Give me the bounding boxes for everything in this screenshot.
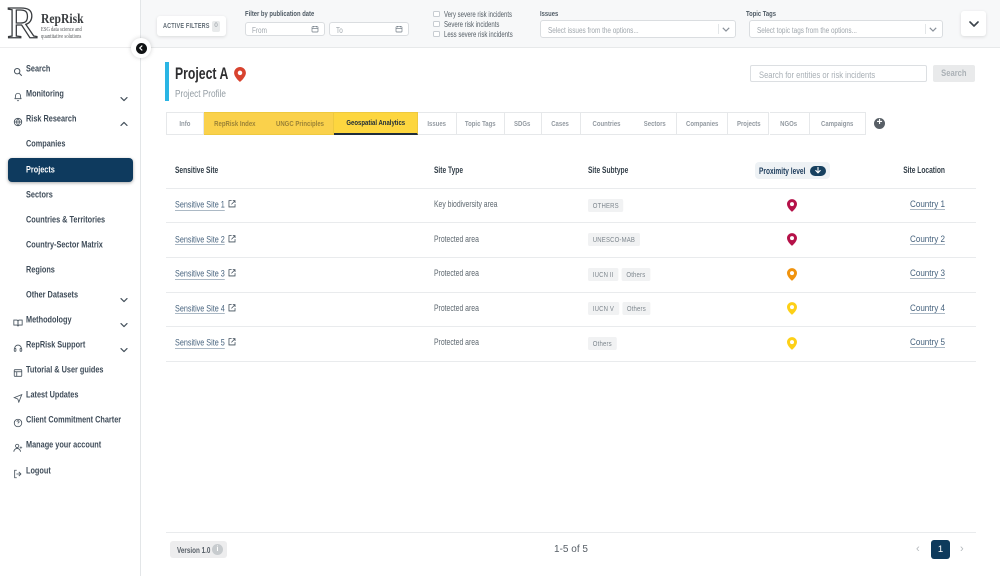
- svg-text:R: R: [7, 1, 37, 45]
